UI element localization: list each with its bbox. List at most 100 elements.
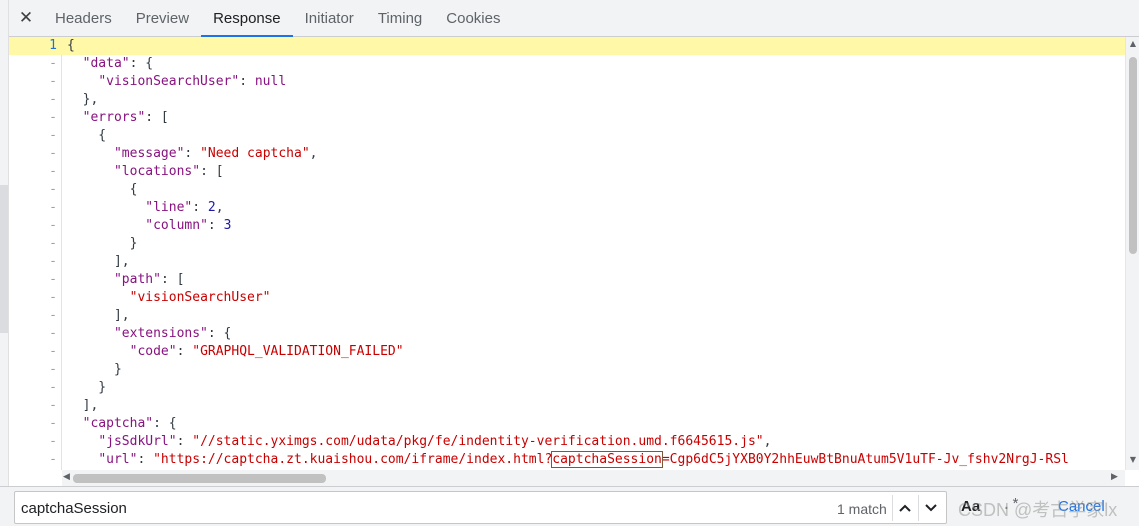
code-token: }, [67,92,99,107]
line-number: - [49,128,57,143]
code-text: { [67,181,138,199]
code-line: - ], [9,397,1125,415]
scroll-left-arrow-icon[interactable]: ◀ [63,472,70,482]
line-number: - [49,398,57,413]
code-line: - "visionSearchUser": null [9,73,1125,91]
code-token: : [192,200,208,215]
code-line: - "code": "GRAPHQL_VALIDATION_FAILED" [9,343,1125,361]
vertical-scrollbar[interactable]: ▲ ▼ [1125,37,1139,470]
code-token: : { [153,416,177,431]
code-line: - { [9,181,1125,199]
code-line: - "message": "Need captcha", [9,145,1125,163]
code-token: ], [67,254,130,269]
code-token: "column" [145,218,208,233]
code-token: , [215,200,224,215]
tab-headers[interactable]: Headers [43,0,124,36]
code-line: - "column": 3 [9,217,1125,235]
tab-timing[interactable]: Timing [366,0,434,36]
match-count: 1 match [837,501,887,517]
next-match-button[interactable] [918,495,942,521]
code-token: : [184,146,201,161]
horizontal-scroll-thumb[interactable] [73,474,326,483]
code-token: ], [67,398,99,413]
code-text: ], [67,253,130,271]
code-text: { [67,127,106,145]
code-token: } [67,380,107,395]
line-number: - [49,416,57,431]
code-token: null [254,74,287,89]
tab-response[interactable]: Response [201,0,293,37]
line-number: - [49,218,57,233]
code-line: - } [9,235,1125,253]
code-token: } [67,236,138,251]
code-token: } [67,362,122,377]
code-token: "https://captcha.zt.kuaishou.com/iframe/… [153,452,553,467]
line-number: - [49,254,57,269]
code-text: "locations": [ [67,163,224,181]
code-token: "url" [98,452,138,467]
code-line: 1{ [9,37,1125,55]
line-number: - [49,74,57,89]
horizontal-scrollbar[interactable]: ◀ ▶ [62,470,1125,486]
line-number: - [49,362,57,377]
left-panel-scroll-thumb[interactable] [0,185,8,333]
code-token: "locations" [113,164,201,179]
code-line: - "url": "https://captcha.zt.kuaishou.co… [9,451,1125,469]
code-text: } [67,361,122,379]
code-token: : [ [160,272,185,287]
code-text: { [67,37,75,55]
code-token: : [176,434,193,449]
code-text: "column": 3 [67,217,231,235]
code-text: "message": "Need captcha", [67,145,318,163]
code-token: "jsSdkUrl" [98,434,177,449]
line-number: - [49,380,57,395]
tab-cookies[interactable]: Cookies [434,0,512,36]
response-code-editor[interactable]: 1{- "data": {- "visionSearchUser": null -… [9,37,1125,470]
code-text: "line": 2, [67,199,224,217]
vertical-scroll-thumb[interactable] [1129,57,1137,254]
network-detail-tabbar: ✕ Headers Preview Response Initiator Tim… [9,0,1139,37]
code-line: - "extensions": { [9,325,1125,343]
code-token: "visionSearchUser" [129,290,271,305]
tab-initiator[interactable]: Initiator [293,0,366,36]
code-token: ], [67,308,130,323]
search-match-highlight: captchaSession [551,451,663,468]
code-token: "code" [129,344,177,359]
code-text: } [67,235,138,253]
code-text: "url": "https://captcha.zt.kuaishou.com/… [67,451,1069,469]
previous-match-button[interactable] [892,495,916,521]
code-text: "captcha": { [67,415,177,433]
tab-preview[interactable]: Preview [124,0,201,36]
code-token: 3 [223,218,232,233]
code-line: - ], [9,307,1125,325]
code-token: "//static.yximgs.com/udata/pkg/fe/indent… [192,434,764,449]
code-token: "Need captcha" [200,146,310,161]
scroll-down-arrow-icon[interactable]: ▼ [1128,455,1138,464]
close-icon[interactable]: ✕ [9,0,43,36]
search-input[interactable] [21,497,721,519]
code-token: "captcha" [82,416,154,431]
code-line: - "locations": [ [9,163,1125,181]
line-number: - [49,326,57,341]
code-line: - } [9,361,1125,379]
code-line: - "jsSdkUrl": "//static.yximgs.com/udata… [9,433,1125,451]
search-box: 1 match [14,491,947,524]
code-text: "jsSdkUrl": "//static.yximgs.com/udata/p… [67,433,771,451]
code-text: "code": "GRAPHQL_VALIDATION_FAILED" [67,343,404,361]
code-text: "errors": [ [67,109,169,127]
search-bar: 1 match Aa .* Cancel CSDN @考古学家lx [0,486,1139,526]
line-number: - [49,110,57,125]
scroll-up-arrow-icon[interactable]: ▲ [1128,39,1138,48]
scroll-right-arrow-icon[interactable]: ▶ [1111,472,1118,482]
